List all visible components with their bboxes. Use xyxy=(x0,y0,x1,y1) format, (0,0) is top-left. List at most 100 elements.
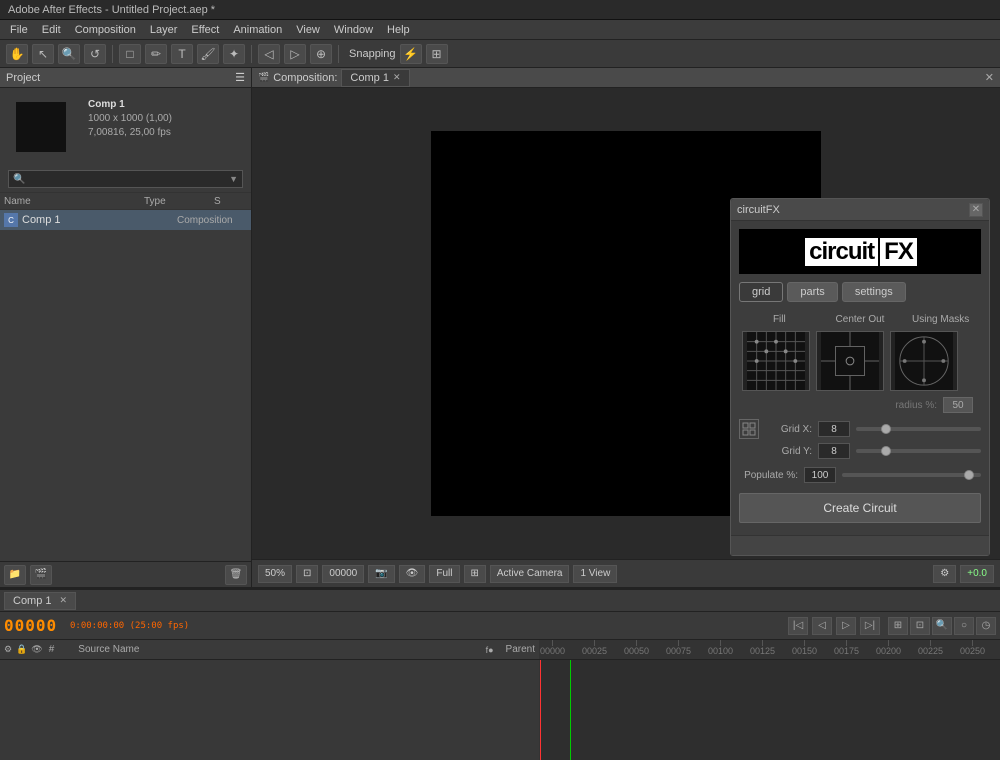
tool-pen[interactable]: ✏ xyxy=(145,44,167,64)
toolbar-sep-1 xyxy=(112,45,113,63)
tl-playback-next[interactable]: ▷| xyxy=(860,617,880,635)
tool-puppet[interactable]: ✦ xyxy=(223,44,245,64)
app-title: Adobe After Effects - Untitled Project.a… xyxy=(8,4,215,16)
circuit-tab-parts[interactable]: parts xyxy=(787,282,837,302)
new-folder-btn[interactable]: 📁 xyxy=(4,565,26,585)
tool-paint[interactable]: 🖌 xyxy=(197,44,219,64)
comp-panel-close[interactable]: ✕ xyxy=(985,71,994,84)
toolbar-sep-3 xyxy=(338,45,339,63)
fill-label: Fill xyxy=(739,314,820,325)
tick-5: 00125 xyxy=(750,646,775,656)
comp-tab[interactable]: Comp 1 ✕ xyxy=(341,69,409,87)
comp-panel-header: 🎬 Composition: Comp 1 ✕ ✕ xyxy=(252,68,1000,88)
grid-y-slider[interactable] xyxy=(856,449,981,453)
tl-col-lock: 🔒 xyxy=(16,644,27,655)
pattern-fill[interactable] xyxy=(742,331,810,391)
menu-edit[interactable]: Edit xyxy=(36,22,67,38)
tool-text[interactable]: T xyxy=(171,44,193,64)
timecode-display[interactable]: 00000 xyxy=(322,565,364,583)
circuit-fx-logo: circuitFX xyxy=(739,229,981,274)
timeline-keyframes-area[interactable] xyxy=(540,660,1000,760)
grid-y-input[interactable] xyxy=(818,443,850,459)
circuit-panel-close-btn[interactable]: ✕ xyxy=(969,203,983,217)
timeline-controls: 00000 0:00:00:00 (25:00 fps) |◁ ◁ ▷ ▷| ⊞… xyxy=(0,612,1000,640)
tl-play[interactable]: ▷ xyxy=(836,617,856,635)
timeline-timecode[interactable]: 00000 xyxy=(4,616,64,635)
tl-btn-5[interactable]: ◷ xyxy=(976,617,996,635)
grid-y-label: Grid Y: xyxy=(763,446,818,457)
col-size-header: S xyxy=(210,196,240,207)
populate-label: Populate %: xyxy=(739,470,804,481)
pattern-center-out[interactable] xyxy=(816,331,884,391)
search-input[interactable] xyxy=(27,174,229,185)
tl-btn-2[interactable]: ⊡ xyxy=(910,617,930,635)
radius-input[interactable] xyxy=(943,397,973,413)
menu-window[interactable]: Window xyxy=(328,22,379,38)
zoom-btn[interactable]: 50% xyxy=(258,565,292,583)
pattern-using-masks[interactable] xyxy=(890,331,958,391)
tool-hand[interactable]: ✋ xyxy=(6,44,28,64)
menu-file[interactable]: File xyxy=(4,22,34,38)
tool-zoom[interactable]: 🔍 xyxy=(58,44,80,64)
timeline-left-col-header: ⚙ 🔒 👁 # Source Name f● Parent xyxy=(0,640,540,659)
project-panel: Project ☰ Comp 1 1000 x 1000 (1,00) 7,00… xyxy=(0,68,252,587)
create-circuit-button[interactable]: Create Circuit xyxy=(739,493,981,523)
search-dropdown-icon[interactable]: ▼ xyxy=(229,174,238,184)
main-layout: Project ☰ Comp 1 1000 x 1000 (1,00) 7,00… xyxy=(0,68,1000,760)
tl-col-source: Source Name xyxy=(78,644,139,655)
timeline-playhead[interactable] xyxy=(540,660,541,760)
grid-x-slider[interactable] xyxy=(856,427,981,431)
project-comp-framerate: 7,00816, 25,00 fps xyxy=(88,126,172,140)
timeline-right-col-header: 00000 00025 00050 00075 00100 xyxy=(540,640,1000,659)
render-options-btn[interactable]: ⚙ xyxy=(933,565,956,583)
active-camera-btn[interactable]: Active Camera xyxy=(490,565,570,583)
tool-arrow[interactable]: ↖ xyxy=(32,44,54,64)
menu-composition[interactable]: Composition xyxy=(69,22,142,38)
circuit-tab-settings[interactable]: settings xyxy=(842,282,906,302)
tool-rotate[interactable]: ↺ xyxy=(84,44,106,64)
grid-x-row: Grid X: xyxy=(739,419,981,439)
grid-x-input[interactable] xyxy=(818,421,850,437)
tool-snap2[interactable]: ⊞ xyxy=(426,44,448,64)
comp-tab-close[interactable]: ✕ xyxy=(393,72,401,83)
menu-effect[interactable]: Effect xyxy=(185,22,225,38)
timeline-tab-close[interactable]: ✕ xyxy=(60,595,68,606)
grid-btn[interactable]: ⊞ xyxy=(464,565,486,583)
menu-animation[interactable]: Animation xyxy=(227,22,288,38)
tl-btn-3[interactable]: 🔍 xyxy=(932,617,952,635)
tool-rect[interactable]: □ xyxy=(119,44,141,64)
circuit-tab-grid[interactable]: grid xyxy=(739,282,783,302)
project-preview-thumbnail xyxy=(16,102,66,152)
new-comp-btn[interactable]: 🎬 xyxy=(30,565,52,585)
delete-item-btn[interactable]: 🗑 xyxy=(225,565,247,585)
using-masks-label: Using Masks xyxy=(900,314,981,325)
timeline-comp-tab[interactable]: Comp 1 ✕ xyxy=(4,592,76,610)
tl-btn-4[interactable]: ○ xyxy=(954,617,974,635)
project-item[interactable]: C Comp 1 Composition xyxy=(0,210,251,230)
tool-extra[interactable]: ⊕ xyxy=(310,44,332,64)
resolution-btn[interactable]: Full xyxy=(429,565,459,583)
tool-snap1[interactable]: ⚡ xyxy=(400,44,422,64)
populate-slider[interactable] xyxy=(842,473,981,477)
tick-6: 00150 xyxy=(792,646,817,656)
offset-display[interactable]: +0.0 xyxy=(960,565,994,583)
timeline-area: Comp 1 ✕ 00000 0:00:00:00 (25:00 fps) |◁… xyxy=(0,588,1000,760)
tl-playback-prev[interactable]: ◁ xyxy=(812,617,832,635)
menu-layer[interactable]: Layer xyxy=(144,22,184,38)
show-channel-btn[interactable]: 👁 xyxy=(399,565,426,583)
circuit-panel-title: circuitFX xyxy=(737,204,780,216)
tool-align-left[interactable]: ◁ xyxy=(258,44,280,64)
snapshot-btn[interactable]: 📷 xyxy=(368,565,394,583)
fit-btn[interactable]: ⊡ xyxy=(296,565,318,583)
tick-9: 00225 xyxy=(918,646,943,656)
project-search-bar[interactable]: 🔍 ▼ xyxy=(8,170,243,188)
populate-input[interactable] xyxy=(804,467,836,483)
tool-align-right[interactable]: ▷ xyxy=(284,44,306,64)
tl-playback-start[interactable]: |◁ xyxy=(788,617,808,635)
timeline-col-header: ⚙ 🔒 👁 # Source Name f● Parent 00000 0002… xyxy=(0,640,1000,660)
menu-view[interactable]: View xyxy=(290,22,326,38)
project-panel-menu-icon[interactable]: ☰ xyxy=(235,71,245,84)
menu-help[interactable]: Help xyxy=(381,22,416,38)
tl-btn-1[interactable]: ⊞ xyxy=(888,617,908,635)
view-mode-btn[interactable]: 1 View xyxy=(573,565,617,583)
